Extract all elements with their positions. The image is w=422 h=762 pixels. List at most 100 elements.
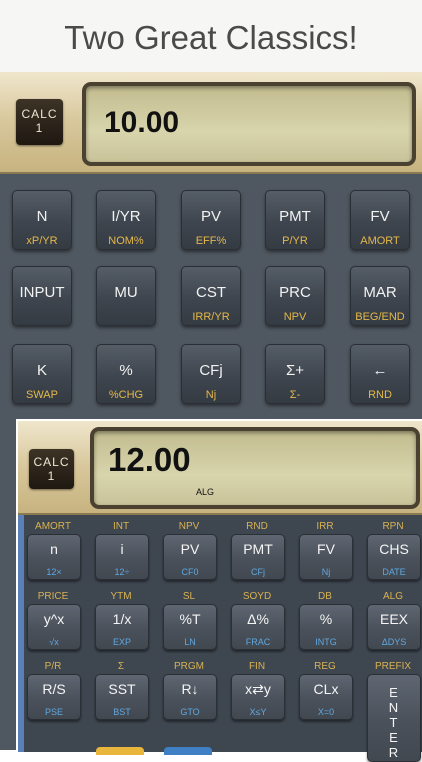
headline: Two Great Classics! [0,0,422,72]
display-value: 12.00 [108,441,191,478]
key-sym-2-3[interactable]: Σ+ Σ- [265,344,325,404]
key-label: MU [114,284,138,301]
key-pmt-0-3[interactable]: PMT CFj [231,534,285,580]
key-shift-label: 12× [46,567,62,577]
logo-line-1: CALC [33,455,70,469]
gold-shift-key[interactable] [96,747,144,755]
key-chs-0-5[interactable]: CHS DATE [367,534,421,580]
key-x-y-2-3[interactable]: x⇄y X≤Y [231,674,285,720]
logo-line-2: 1 [47,469,56,483]
key-r-2-2[interactable]: R↓ GTO [163,674,217,720]
key-label: R/S [42,681,66,697]
key-prc-1-3[interactable]: PRC NPV [265,266,325,326]
key-label: CLx [313,681,339,697]
key-shift-label: FRAC [245,637,271,647]
top-label: IRR [316,521,334,532]
key-sym-2-4[interactable]: ← RND [350,344,410,404]
key-shift-label: NPV [283,311,307,323]
key-label: CHS [379,541,409,557]
key-sym-1-4[interactable]: % INTG [299,604,353,650]
lcd-display: 10.00 [82,82,416,166]
key-label: % [319,611,333,627]
key-label: ← [372,362,388,379]
key-shift-label: BST [113,707,131,717]
logo-line-1: CALC [21,107,58,121]
key-label: Δ% [247,611,269,627]
display-bezel: CALC 1 12.00 ALG [18,421,422,515]
key-pv-0-2[interactable]: PV EFF% [181,190,241,250]
key-shift-label: EXP [112,637,131,647]
key-shift-label: CF0 [181,567,199,577]
key-eex-1-5[interactable]: EEX ΔDYS [367,604,421,650]
top-label: PRGM [174,661,204,672]
key-label: %T [179,611,201,627]
key-clx-2-4[interactable]: CLx X=0 [299,674,353,720]
calc-logo[interactable]: CALC 1 [16,99,63,145]
side-accent-strip [18,515,24,752]
key-shift-label: EFF% [195,235,227,247]
key-shift-label: RND [368,389,392,401]
calculator-front: CALC 1 12.00 ALG AMORT INT NPV RND IRR RPN n 12… [16,419,422,762]
key-mu-1-1[interactable]: MU [96,266,156,326]
lcd-display: 12.00 ALG [90,427,420,509]
top-label: PRICE [37,591,69,602]
key-fv-0-4[interactable]: FV AMORT [350,190,410,250]
key-label: PV [200,208,221,225]
key-shift-label: 12÷ [114,567,130,577]
key-mar-1-4[interactable]: MAR BEG/END [350,266,410,326]
key-t-1-2[interactable]: %T LN [163,604,217,650]
key-y-x-1-0[interactable]: y^x √x [27,604,81,650]
key-label: MAR [363,284,397,301]
key-pmt-0-3[interactable]: PMT P/YR [265,190,325,250]
key-shift-label: AMORT [360,235,400,247]
key-shift-label: INTG [315,637,337,647]
key-1-x-1-1[interactable]: 1/x EXP [95,604,149,650]
mode-indicator: ALG [196,487,215,497]
top-label: NPV [178,521,200,532]
top-label: YTM [110,591,132,602]
top-label: AMORT [35,521,71,532]
key-label: 1/x [112,611,132,627]
key-sym-2-1[interactable]: % %CHG [96,344,156,404]
top-label: INT [112,521,130,532]
top-label: SOYD [242,591,272,602]
key-label: R↓ [181,681,199,697]
key-label: PRC [279,284,311,301]
key-label: I/YR [111,208,141,225]
key-shift-label: Nj [321,567,331,577]
key-shift-label: X=0 [317,707,335,717]
top-label: ALG [382,591,403,602]
key-sst-2-1[interactable]: SST BST [95,674,149,720]
key-n-0-0[interactable]: n 12× [27,534,81,580]
calc-logo[interactable]: CALC 1 [29,449,74,489]
key-sym-1-3[interactable]: Δ% FRAC [231,604,285,650]
key-shift-label: ΔDYS [381,637,407,647]
key-shift-label: DATE [382,567,406,577]
top-label: RPN [382,521,404,532]
key-fv-0-4[interactable]: FV Nj [299,534,353,580]
key-label: Σ+ [285,362,305,379]
key-label: n [50,541,58,557]
display-value: 10.00 [104,106,180,139]
key-i-0-1[interactable]: i 12÷ [95,534,149,580]
top-label: REG [314,661,336,672]
top-label: FIN [248,661,266,672]
key-n-0-0[interactable]: NxP/YR [12,190,72,250]
blue-shift-key[interactable] [164,747,212,755]
key-shift-label: CFj [251,567,265,577]
key-label: x⇄y [245,681,271,697]
key-cst-1-2[interactable]: CST IRR/YR [181,266,241,326]
key-cfj-2-2[interactable]: CFj Nj [181,344,241,404]
key-shift-label: X≤Y [249,707,267,717]
key-k-2-0[interactable]: K SWAP [12,344,72,404]
key-i-yr-0-1[interactable]: I/YR NOM% [96,190,156,250]
key-pv-0-2[interactable]: PV CF0 [163,534,217,580]
key-label: i [120,541,124,557]
enter-key[interactable]: E N T E R [367,674,421,762]
top-label: P/R [44,661,62,672]
key-shift-label: IRR/YR [192,311,230,323]
key-input-1-0[interactable]: INPUT [12,266,72,326]
key-r-s-2-0[interactable]: R/S PSE [27,674,81,720]
key-shift-label: √x [49,637,59,647]
key-shift-label: NOM% [108,235,144,247]
